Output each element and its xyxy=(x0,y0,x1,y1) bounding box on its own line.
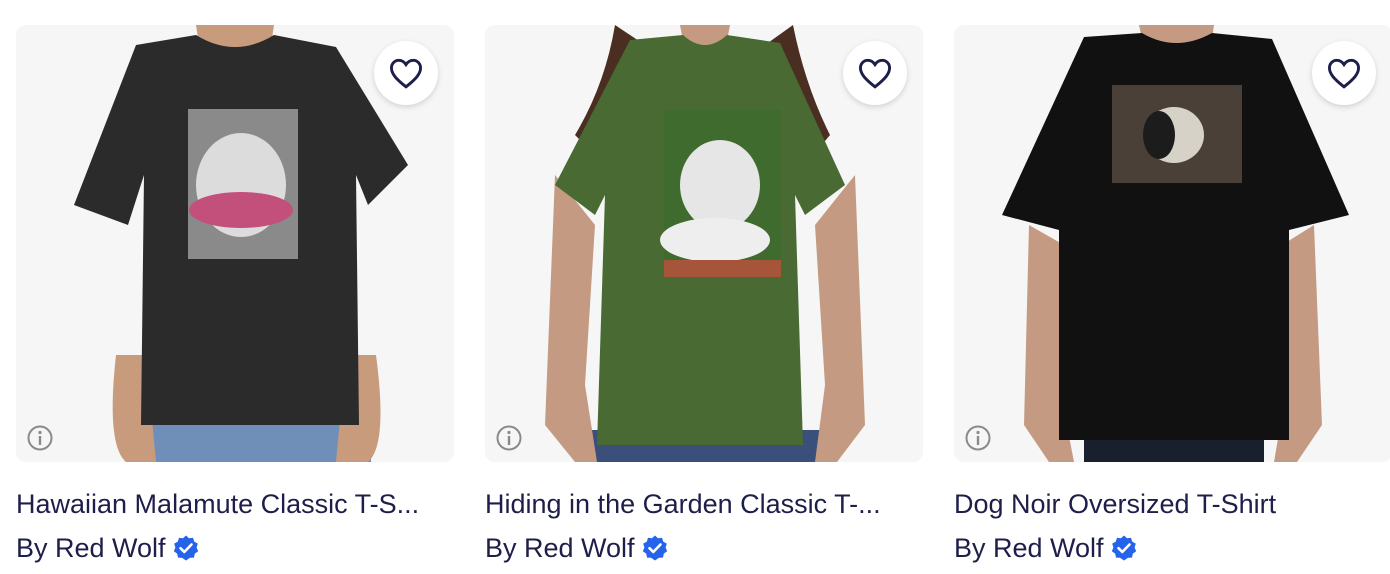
product-image[interactable] xyxy=(16,25,454,462)
product-image[interactable] xyxy=(954,25,1390,462)
favorite-button[interactable] xyxy=(374,41,438,105)
product-title[interactable]: Hawaiian Malamute Classic T-S... xyxy=(16,488,446,520)
info-icon[interactable] xyxy=(964,424,992,452)
designer-link[interactable]: By Red Wolf xyxy=(16,532,166,564)
product-grid: Hawaiian Malamute Classic T-S... By Red … xyxy=(16,25,1390,564)
heart-outline-icon xyxy=(1327,58,1361,89)
product-card-hawaiian-malamute[interactable]: Hawaiian Malamute Classic T-S... By Red … xyxy=(16,25,454,564)
product-card-dog-noir[interactable]: Dog Noir Oversized T-Shirt By Red Wolf xyxy=(954,25,1390,564)
favorite-button[interactable] xyxy=(1312,41,1376,105)
designer-link[interactable]: By Red Wolf xyxy=(954,532,1104,564)
product-byline: By Red Wolf xyxy=(954,532,1390,564)
favorite-button[interactable] xyxy=(843,41,907,105)
heart-outline-icon xyxy=(389,58,423,89)
info-icon[interactable] xyxy=(495,424,523,452)
product-byline: By Red Wolf xyxy=(485,532,923,564)
verified-badge-icon xyxy=(642,535,667,561)
product-title[interactable]: Hiding in the Garden Classic T-... xyxy=(485,488,915,520)
designer-link[interactable]: By Red Wolf xyxy=(485,532,635,564)
info-icon[interactable] xyxy=(26,424,54,452)
verified-badge-icon xyxy=(173,535,198,561)
product-image[interactable] xyxy=(485,25,923,462)
heart-outline-icon xyxy=(858,58,892,89)
product-title[interactable]: Dog Noir Oversized T-Shirt xyxy=(954,488,1384,520)
product-byline: By Red Wolf xyxy=(16,532,454,564)
verified-badge-icon xyxy=(1111,535,1136,561)
product-card-hiding-in-the-garden[interactable]: Hiding in the Garden Classic T-... By Re… xyxy=(485,25,923,564)
